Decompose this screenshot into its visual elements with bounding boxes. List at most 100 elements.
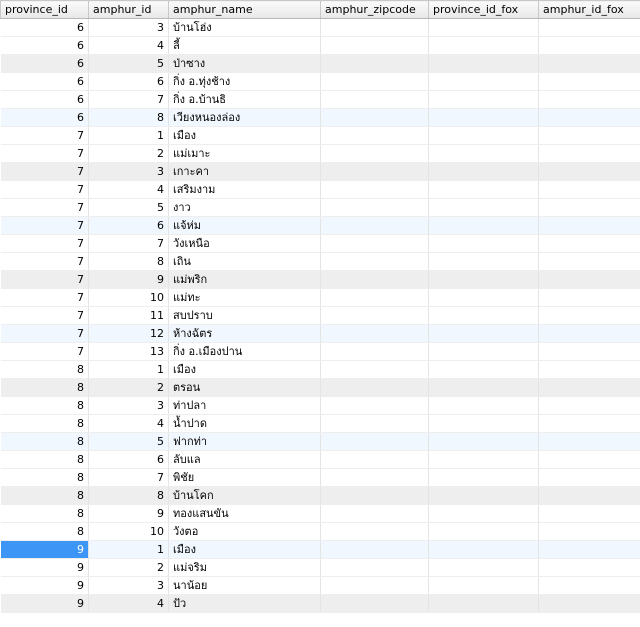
cell-amphur-id-fox[interactable]	[538, 360, 640, 379]
cell-amphur-zipcode[interactable]	[320, 396, 429, 415]
cell-amphur-zipcode[interactable]	[320, 270, 429, 289]
table-row[interactable]: 6 7 กิ่ง อ.บ้านธิ	[0, 90, 640, 109]
cell-province-id[interactable]: 6	[0, 18, 89, 37]
cell-amphur-zipcode[interactable]	[320, 198, 429, 217]
cell-amphur-name[interactable]: ลี้	[168, 36, 321, 55]
cell-province-id[interactable]: 6	[0, 54, 89, 73]
cell-province-id[interactable]: 8	[0, 468, 89, 487]
table-row[interactable]: 6 8 เวียงหนองล่อง	[0, 108, 640, 127]
cell-province-id-fox[interactable]	[428, 432, 539, 451]
cell-province-id[interactable]: 9	[0, 594, 89, 613]
cell-amphur-zipcode[interactable]	[320, 180, 429, 199]
cell-amphur-name[interactable]: แม่เมาะ	[168, 144, 321, 163]
cell-amphur-id-fox[interactable]	[538, 216, 640, 235]
table-row[interactable]: 9 1 เมือง	[0, 540, 640, 559]
cell-amphur-id-fox[interactable]	[538, 558, 640, 577]
cell-province-id[interactable]: 7	[0, 126, 89, 145]
cell-amphur-zipcode[interactable]	[320, 342, 429, 361]
cell-amphur-name[interactable]: สบปราบ	[168, 306, 321, 325]
cell-amphur-id-fox[interactable]	[538, 378, 640, 397]
cell-amphur-id[interactable]: 3	[88, 18, 169, 37]
cell-amphur-name[interactable]: พิชัย	[168, 468, 321, 487]
cell-amphur-id-fox[interactable]	[538, 468, 640, 487]
cell-amphur-id-fox[interactable]	[538, 540, 640, 559]
table-row[interactable]: 8 2 ตรอน	[0, 378, 640, 397]
cell-amphur-id[interactable]: 6	[88, 216, 169, 235]
column-header-amphur-id[interactable]: amphur_id	[88, 0, 169, 19]
cell-amphur-id[interactable]: 13	[88, 342, 169, 361]
cell-amphur-name[interactable]: เวียงหนองล่อง	[168, 108, 321, 127]
cell-amphur-name[interactable]: กิ่ง อ.ทุ่งช้าง	[168, 72, 321, 91]
cell-amphur-zipcode[interactable]	[320, 288, 429, 307]
cell-amphur-id[interactable]: 4	[88, 414, 169, 433]
cell-amphur-id[interactable]: 10	[88, 522, 169, 541]
cell-province-id-fox[interactable]	[428, 342, 539, 361]
cell-amphur-id-fox[interactable]	[538, 270, 640, 289]
cell-amphur-zipcode[interactable]	[320, 378, 429, 397]
cell-amphur-id-fox[interactable]	[538, 450, 640, 469]
cell-province-id[interactable]: 8	[0, 378, 89, 397]
cell-amphur-name[interactable]: ลับแล	[168, 450, 321, 469]
cell-province-id[interactable]: 7	[0, 144, 89, 163]
cell-amphur-name[interactable]: ป่าซาง	[168, 54, 321, 73]
cell-amphur-id[interactable]: 5	[88, 198, 169, 217]
cell-province-id-fox[interactable]	[428, 234, 539, 253]
cell-amphur-id-fox[interactable]	[538, 72, 640, 91]
cell-amphur-name[interactable]: เถิน	[168, 252, 321, 271]
cell-amphur-name[interactable]: ฟากท่า	[168, 432, 321, 451]
cell-amphur-zipcode[interactable]	[320, 90, 429, 109]
cell-amphur-name[interactable]: งาว	[168, 198, 321, 217]
cell-amphur-id-fox[interactable]	[538, 522, 640, 541]
cell-amphur-zipcode[interactable]	[320, 216, 429, 235]
cell-amphur-name[interactable]: วังตอ	[168, 522, 321, 541]
cell-province-id[interactable]: 6	[0, 36, 89, 55]
cell-province-id-fox[interactable]	[428, 252, 539, 271]
table-row[interactable]: 7 9 แม่พริก	[0, 270, 640, 289]
cell-amphur-name[interactable]: แม่จริม	[168, 558, 321, 577]
cell-amphur-name[interactable]: ท่าปลา	[168, 396, 321, 415]
cell-amphur-id[interactable]: 4	[88, 36, 169, 55]
cell-amphur-id-fox[interactable]	[538, 576, 640, 595]
column-header-amphur-zipcode[interactable]: amphur_zipcode	[320, 0, 429, 19]
cell-amphur-zipcode[interactable]	[320, 234, 429, 253]
table-row[interactable]: 6 4 ลี้	[0, 36, 640, 55]
cell-province-id[interactable]: 6	[0, 108, 89, 127]
cell-amphur-name[interactable]: เมือง	[168, 126, 321, 145]
cell-amphur-id-fox[interactable]	[538, 90, 640, 109]
cell-province-id-fox[interactable]	[428, 36, 539, 55]
cell-amphur-id[interactable]: 2	[88, 144, 169, 163]
cell-amphur-zipcode[interactable]	[320, 54, 429, 73]
cell-amphur-id-fox[interactable]	[538, 234, 640, 253]
cell-amphur-id[interactable]: 7	[88, 90, 169, 109]
cell-province-id[interactable]: 6	[0, 90, 89, 109]
cell-amphur-id[interactable]: 8	[88, 252, 169, 271]
cell-province-id[interactable]: 8	[0, 432, 89, 451]
table-row[interactable]: 9 2 แม่จริม	[0, 558, 640, 577]
cell-amphur-id-fox[interactable]	[538, 486, 640, 505]
cell-amphur-id[interactable]: 8	[88, 486, 169, 505]
cell-province-id-fox[interactable]	[428, 90, 539, 109]
cell-amphur-name[interactable]: เสริมงาม	[168, 180, 321, 199]
cell-amphur-id[interactable]: 6	[88, 72, 169, 91]
table-row[interactable]: 8 6 ลับแล	[0, 450, 640, 469]
cell-province-id[interactable]: 7	[0, 306, 89, 325]
cell-amphur-id-fox[interactable]	[538, 18, 640, 37]
table-row[interactable]: 7 3 เกาะคา	[0, 162, 640, 181]
cell-amphur-id-fox[interactable]	[538, 144, 640, 163]
table-row[interactable]: 8 1 เมือง	[0, 360, 640, 379]
table-row[interactable]: 8 8 บ้านโคก	[0, 486, 640, 505]
cell-amphur-zipcode[interactable]	[320, 36, 429, 55]
cell-province-id-fox[interactable]	[428, 540, 539, 559]
table-row[interactable]: 8 9 ทองแสนขัน	[0, 504, 640, 523]
cell-amphur-id[interactable]: 11	[88, 306, 169, 325]
cell-amphur-id[interactable]: 12	[88, 324, 169, 343]
table-row[interactable]: 7 6 แจ้ห่ม	[0, 216, 640, 235]
cell-province-id-fox[interactable]	[428, 450, 539, 469]
cell-amphur-id-fox[interactable]	[538, 108, 640, 127]
cell-province-id[interactable]: 8	[0, 396, 89, 415]
table-row[interactable]: 6 6 กิ่ง อ.ทุ่งช้าง	[0, 72, 640, 91]
cell-province-id[interactable]: 6	[0, 72, 89, 91]
table-row[interactable]: 7 4 เสริมงาม	[0, 180, 640, 199]
table-row[interactable]: 7 8 เถิน	[0, 252, 640, 271]
cell-amphur-id[interactable]: 4	[88, 180, 169, 199]
